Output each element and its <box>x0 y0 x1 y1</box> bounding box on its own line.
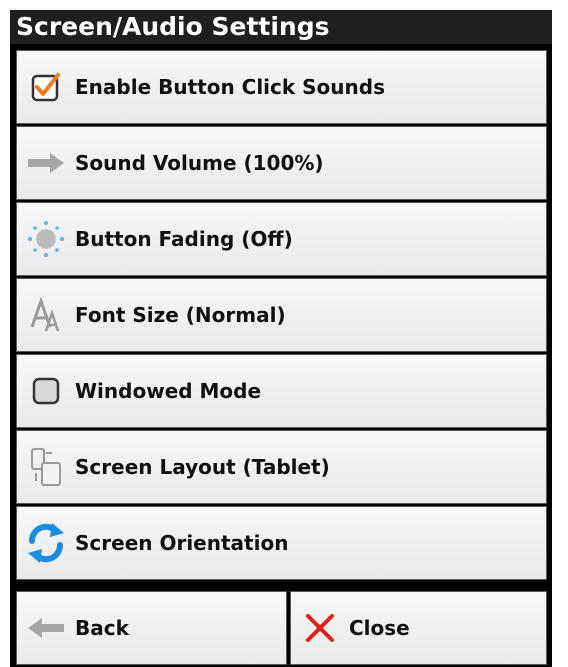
page-title: Screen/Audio Settings <box>10 10 552 44</box>
arrow-left-icon <box>17 604 75 652</box>
button-fading-button[interactable]: Button Fading (Off) <box>16 202 547 276</box>
settings-panel: Screen/Audio Settings Enable Button Clic… <box>10 10 552 667</box>
close-icon <box>291 604 349 652</box>
enable-click-sounds-button[interactable]: Enable Button Click Sounds <box>16 50 547 124</box>
font-size-button[interactable]: Font Size (Normal) <box>16 278 547 352</box>
arrow-right-icon <box>17 139 75 187</box>
font-size-icon <box>17 291 75 339</box>
checkbox-unchecked-icon <box>17 367 75 415</box>
item-label: Button Fading (Off) <box>75 227 293 251</box>
back-button[interactable]: Back <box>16 591 287 665</box>
screen-layout-icon <box>17 443 75 491</box>
screen-orientation-button[interactable]: Screen Orientation <box>16 506 547 580</box>
item-label: Windowed Mode <box>75 379 262 403</box>
item-label: Screen Orientation <box>75 531 289 555</box>
back-label: Back <box>75 616 129 640</box>
sound-volume-button[interactable]: Sound Volume (100%) <box>16 126 547 200</box>
close-button[interactable]: Close <box>290 591 547 665</box>
windowed-mode-button[interactable]: Windowed Mode <box>16 354 547 428</box>
item-label: Font Size (Normal) <box>75 303 286 327</box>
item-label: Enable Button Click Sounds <box>75 75 385 99</box>
item-label: Sound Volume (100%) <box>75 151 324 175</box>
item-label: Screen Layout (Tablet) <box>75 455 330 479</box>
checkbox-checked-icon <box>17 63 75 111</box>
close-label: Close <box>349 616 410 640</box>
fade-dots-icon <box>17 215 75 263</box>
screen-layout-button[interactable]: Screen Layout (Tablet) <box>16 430 547 504</box>
rotate-icon <box>17 519 75 567</box>
